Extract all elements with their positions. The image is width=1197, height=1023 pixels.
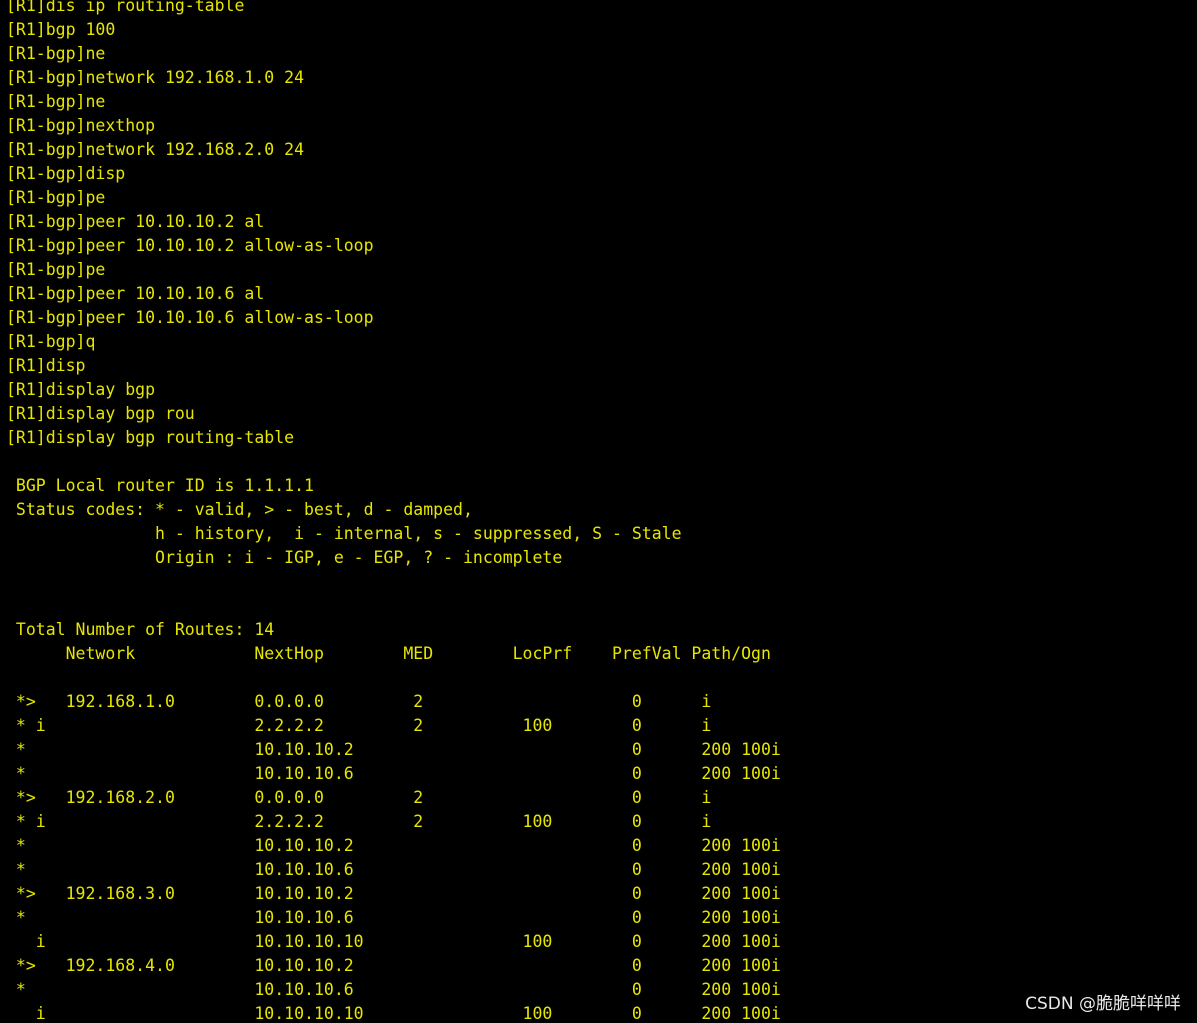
terminal-line: *> 192.168.3.0 10.10.10.2 0 200 100i	[6, 884, 781, 903]
terminal-line: *> 192.168.1.0 0.0.0.0 2 0 i	[6, 692, 712, 711]
terminal-line: Network NextHop MED LocPrf PrefVal Path/…	[6, 644, 771, 663]
terminal-line: *> 192.168.2.0 0.0.0.0 2 0 i	[6, 788, 712, 807]
terminal-window[interactable]: [R1]dis ip routing-table [R1]bgp 100 [R1-b…	[0, 0, 1197, 1023]
terminal-line: [R1]bgp 100	[6, 20, 116, 39]
terminal-line: *> 192.168.4.0 10.10.10.2 0 200 100i	[6, 956, 781, 975]
terminal-line: i 10.10.10.10 100 0 200 100i	[6, 1004, 781, 1023]
terminal-line: [R1-bgp]peer 10.10.10.2 allow-as-loop	[6, 236, 374, 255]
terminal-line: * 10.10.10.2 0 200 100i	[6, 836, 781, 855]
terminal-line: [R1-bgp]peer 10.10.10.2 al	[6, 212, 265, 231]
terminal-line: [R1]dis ip routing-table	[6, 0, 245, 15]
terminal-line: [R1-bgp]peer 10.10.10.6 allow-as-loop	[6, 308, 374, 327]
terminal-line: [R1-bgp]peer 10.10.10.6 al	[6, 284, 265, 303]
terminal-line: h - history, i - internal, s - suppresse…	[6, 524, 682, 543]
terminal-line: Origin : i - IGP, e - EGP, ? - incomplet…	[6, 548, 563, 567]
terminal-line: [R1-bgp]pe	[6, 260, 106, 279]
terminal-line: * i 2.2.2.2 2 100 0 i	[6, 812, 712, 831]
terminal-line: BGP Local router ID is 1.1.1.1	[6, 476, 314, 495]
terminal-line: Status codes: * - valid, > - best, d - d…	[6, 500, 473, 519]
terminal-line: [R1-bgp]disp	[6, 164, 126, 183]
terminal-line: * i 2.2.2.2 2 100 0 i	[6, 716, 712, 735]
terminal-line: * 10.10.10.6 0 200 100i	[6, 908, 781, 927]
terminal-line: [R1]display bgp routing-table	[6, 428, 295, 447]
terminal-output: [R1]dis ip routing-table [R1]bgp 100 [R1-b…	[6, 0, 781, 1023]
terminal-line: [R1-bgp]ne	[6, 92, 106, 111]
terminal-line: [R1]display bgp	[6, 380, 156, 399]
terminal-line: [R1-bgp]ne	[6, 44, 106, 63]
terminal-line: [R1]display bgp rou	[6, 404, 195, 423]
terminal-line: i 10.10.10.10 100 0 200 100i	[6, 932, 781, 951]
terminal-line: * 10.10.10.6 0 200 100i	[6, 980, 781, 999]
csdn-watermark: CSDN @脆脆咩咩咩	[1025, 994, 1181, 1014]
terminal-line: [R1-bgp]network 192.168.2.0 24	[6, 140, 305, 159]
terminal-line: * 10.10.10.6 0 200 100i	[6, 764, 781, 783]
terminal-line: Total Number of Routes: 14	[6, 620, 275, 639]
terminal-line: [R1-bgp]pe	[6, 188, 106, 207]
terminal-line: * 10.10.10.6 0 200 100i	[6, 860, 781, 879]
terminal-line: [R1-bgp]network 192.168.1.0 24	[6, 68, 305, 87]
terminal-line: [R1]disp	[6, 356, 86, 375]
terminal-line: [R1-bgp]q	[6, 332, 96, 351]
terminal-line: [R1-bgp]nexthop	[6, 116, 156, 135]
terminal-line: * 10.10.10.2 0 200 100i	[6, 740, 781, 759]
